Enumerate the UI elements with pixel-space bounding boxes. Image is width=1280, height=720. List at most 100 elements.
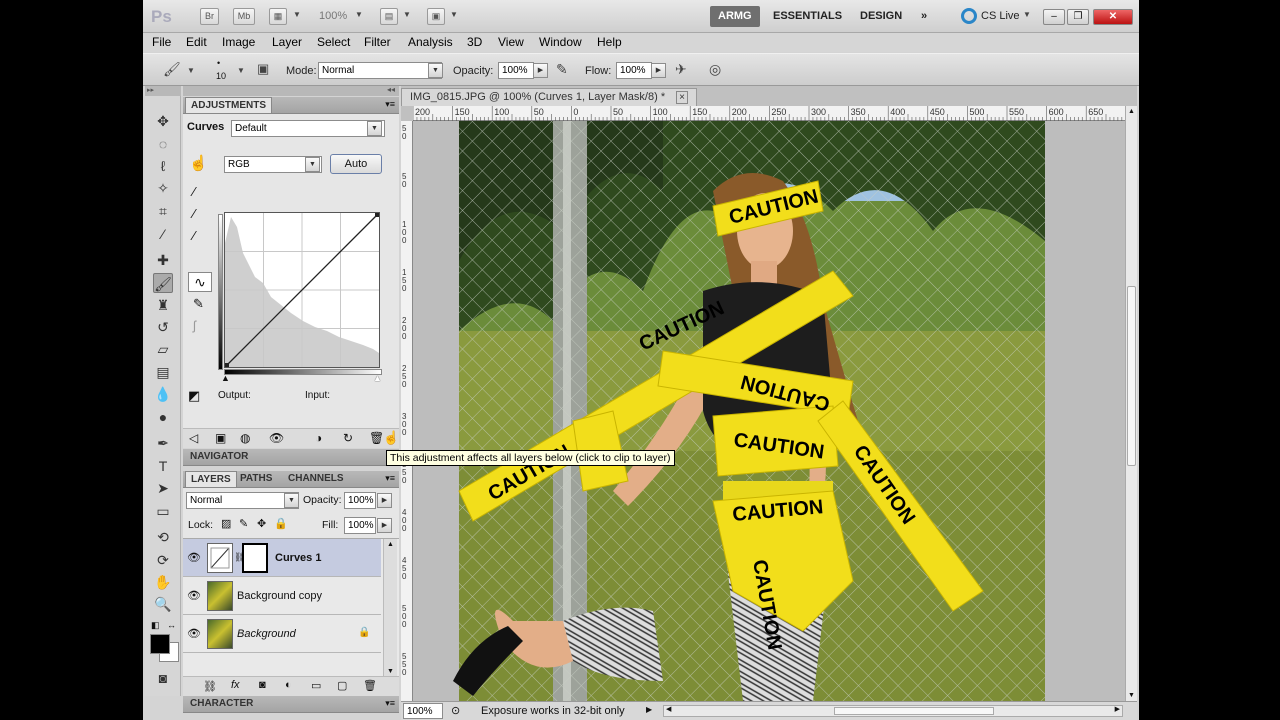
layers-scrollbar[interactable]: ▲ ▼: [383, 539, 397, 677]
menu-view[interactable]: View: [498, 35, 524, 49]
chevron-down-icon[interactable]: ▼: [450, 10, 458, 19]
new-adjustment-layer-icon[interactable]: ◐: [285, 679, 292, 691]
menu-filter[interactable]: Filter: [364, 35, 391, 49]
chevron-down-icon[interactable]: ▼: [284, 493, 299, 508]
workspace-armg-button[interactable]: ARMG: [710, 6, 760, 27]
scroll-down-icon[interactable]: ▼: [387, 668, 394, 675]
chevron-down-icon[interactable]: ▼: [1023, 10, 1031, 19]
minimize-button[interactable]: –: [1043, 9, 1065, 25]
close-document-icon[interactable]: ×: [676, 91, 689, 104]
tab-adjustments[interactable]: ADJUSTMENTS: [185, 97, 273, 113]
chevron-down-icon[interactable]: ▼: [305, 157, 320, 172]
lasso-tool-icon[interactable]: ℓ: [153, 156, 173, 176]
auto-button[interactable]: Auto: [330, 154, 382, 174]
lock-position-icon[interactable]: ✥: [257, 517, 266, 530]
close-window-button[interactable]: ✕: [1093, 9, 1133, 25]
layer-opacity-input[interactable]: 100%: [344, 492, 376, 509]
expanded-view-icon[interactable]: ▣: [215, 431, 226, 445]
menu-help[interactable]: Help: [597, 35, 622, 49]
foreground-color-swatch[interactable]: [150, 634, 170, 654]
type-tool-icon[interactable]: T: [153, 456, 173, 476]
layer-name[interactable]: Curves 1: [275, 552, 321, 564]
layer-visibility-eye-icon[interactable]: 👁: [187, 627, 201, 640]
layer-mask-thumbnail[interactable]: [242, 543, 268, 573]
move-tool-icon[interactable]: ✥: [153, 111, 173, 131]
opacity-input[interactable]: 100%: [498, 62, 534, 79]
scroll-up-icon[interactable]: ▲: [387, 541, 394, 548]
cs-live-button[interactable]: CS Live: [981, 10, 1020, 22]
mode-select[interactable]: Normal: [318, 62, 442, 79]
lock-image-icon[interactable]: ✎: [239, 517, 248, 530]
white-point-eyedropper-icon[interactable]: ⁄: [193, 228, 195, 243]
more-workspaces-button[interactable]: »: [913, 6, 935, 27]
trash-icon[interactable]: 🗑: [369, 431, 384, 445]
workspace-essentials-button[interactable]: ESSENTIALS: [765, 6, 850, 27]
layer-row[interactable]: 👁 ⛓ Curves 1: [183, 539, 381, 577]
link-layers-icon[interactable]: ⛓: [203, 680, 217, 693]
gradient-tool-icon[interactable]: ▤: [153, 362, 173, 382]
tablet-pressure-size-icon[interactable]: ◎: [709, 61, 721, 78]
restore-button[interactable]: ❐: [1067, 9, 1089, 25]
layer-name[interactable]: Background: [237, 628, 296, 640]
swap-colors-icon[interactable]: ↔: [167, 620, 176, 630]
scroll-left-icon[interactable]: ◀: [666, 705, 671, 713]
vertical-scrollbar[interactable]: ▲ ▼: [1125, 106, 1137, 701]
path-selection-tool-icon[interactable]: ➤: [153, 478, 173, 498]
flow-input[interactable]: 100%: [616, 62, 652, 79]
marquee-tool-icon[interactable]: ◌: [153, 134, 173, 154]
view-previous-state-icon[interactable]: ◑: [315, 431, 322, 445]
reset-icon[interactable]: ↻: [343, 431, 353, 445]
chevron-right-icon[interactable]: ▶: [533, 63, 548, 78]
menu-3d[interactable]: 3D: [467, 35, 482, 49]
chevron-down-icon[interactable]: ▼: [403, 10, 411, 19]
chevron-down-icon[interactable]: ▼: [293, 10, 301, 19]
menu-edit[interactable]: Edit: [186, 35, 207, 49]
layer-visibility-eye-icon[interactable]: 👁: [187, 551, 201, 564]
add-mask-icon[interactable]: ◙: [259, 679, 266, 691]
horizontal-scrollbar[interactable]: ◀ ▶: [663, 705, 1123, 717]
draw-curve-pencil-icon[interactable]: ✎: [193, 296, 204, 312]
zoom-tool-icon[interactable]: 🔍: [153, 594, 173, 614]
menu-select[interactable]: Select: [317, 35, 350, 49]
view-extras-icon[interactable]: ▦: [269, 8, 287, 25]
tab-character[interactable]: CHARACTER: [185, 696, 258, 712]
chevron-down-icon[interactable]: ▼: [355, 10, 363, 19]
menu-window[interactable]: Window: [539, 35, 582, 49]
preset-select[interactable]: Default: [231, 120, 385, 137]
chevron-right-icon[interactable]: ▶: [377, 493, 392, 508]
return-to-list-icon[interactable]: ◁: [189, 431, 198, 445]
mini-bridge-button[interactable]: Mb: [233, 8, 255, 25]
canvas-area[interactable]: CAUTION CAUTION CAUTION CAUTION CAUTION …: [413, 121, 1125, 701]
crop-tool-icon[interactable]: ⌗: [153, 201, 173, 221]
panels-collapse-bar[interactable]: ◂◂: [183, 85, 399, 96]
brush-tool-preset-icon[interactable]: 🖌: [163, 61, 181, 78]
chevron-right-icon[interactable]: ▶: [377, 518, 392, 533]
panel-menu-icon[interactable]: ▾≡: [385, 99, 395, 110]
pen-tool-icon[interactable]: ✒: [153, 433, 173, 453]
brush-tool-icon[interactable]: 🖌: [153, 273, 173, 293]
eraser-tool-icon[interactable]: ▱: [153, 339, 173, 359]
blend-mode-select[interactable]: Normal: [186, 492, 299, 509]
tablet-pressure-opacity-icon[interactable]: ✎: [556, 61, 568, 78]
tab-navigator[interactable]: NAVIGATOR: [185, 449, 253, 465]
tools-collapse-icon[interactable]: ▸▸: [145, 86, 181, 96]
layer-name[interactable]: Background copy: [237, 590, 322, 602]
black-point-slider-icon[interactable]: ▲: [221, 373, 230, 383]
lock-transparent-icon[interactable]: ▨: [221, 517, 231, 530]
scroll-thumb[interactable]: [1127, 286, 1136, 466]
shape-tool-icon[interactable]: ▭: [153, 501, 173, 521]
layer-visibility-eye-icon[interactable]: 👁: [187, 589, 201, 602]
new-layer-icon[interactable]: ▢: [337, 679, 347, 692]
fill-input[interactable]: 100%: [344, 517, 376, 534]
panel-menu-icon[interactable]: ▾≡: [385, 473, 395, 484]
default-colors-icon[interactable]: ◧: [151, 620, 160, 631]
workspace-design-button[interactable]: DESIGN: [852, 6, 910, 27]
screen-mode-icon[interactable]: ▣: [427, 8, 445, 25]
history-brush-tool-icon[interactable]: ↺: [153, 317, 173, 337]
layer-row[interactable]: 👁 Background 🔒: [183, 615, 381, 653]
tab-channels[interactable]: CHANNELS: [283, 471, 349, 487]
blur-tool-icon[interactable]: 💧: [153, 384, 173, 404]
chevron-down-icon[interactable]: ▼: [187, 66, 195, 75]
delete-layer-icon[interactable]: 🗑: [363, 679, 377, 692]
status-menu-icon[interactable]: ▶: [646, 705, 652, 714]
